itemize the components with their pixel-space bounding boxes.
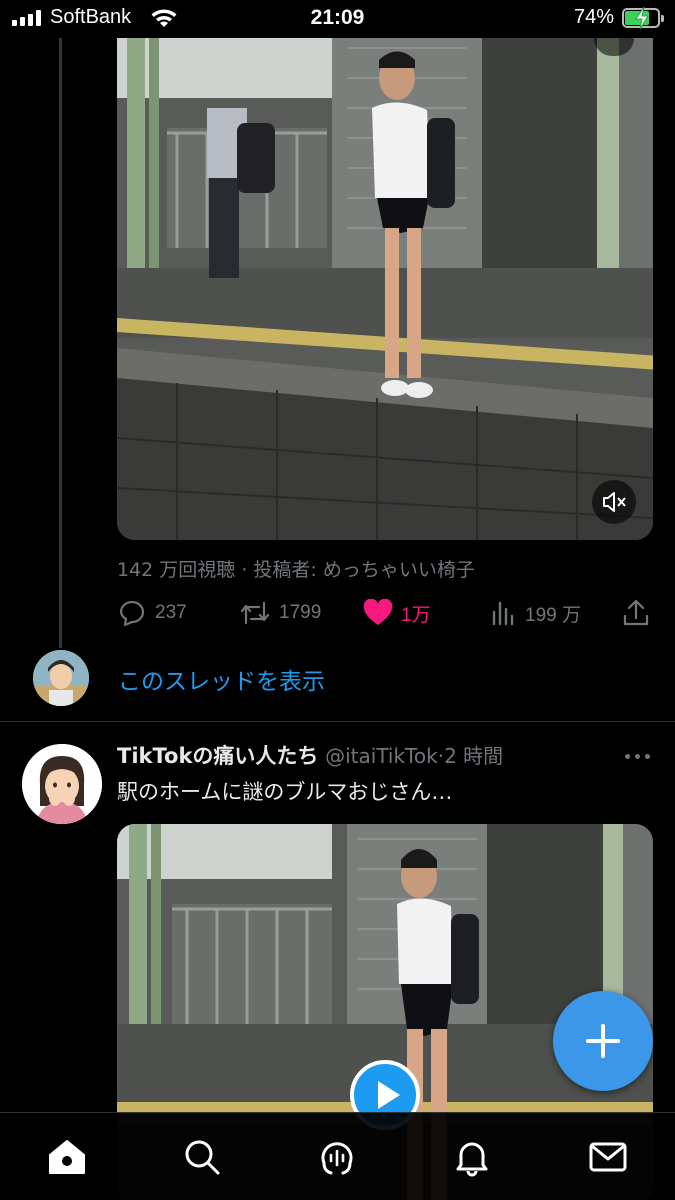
retweet-count: 1799 (279, 602, 322, 623)
video-frame (117, 38, 653, 540)
bottom-tab-bar (0, 1112, 675, 1200)
share-button[interactable] (621, 596, 651, 630)
user-handle[interactable]: @itaiTikTok (325, 744, 438, 768)
plus-icon (586, 1024, 620, 1058)
like-button[interactable]: 1万 (363, 596, 431, 630)
battery-charging-icon (622, 7, 664, 29)
battery-percent: 74% (574, 6, 615, 28)
avatar-illustration (33, 650, 89, 706)
view-count: 199 万 (525, 604, 581, 626)
avatar-illustration (22, 744, 102, 824)
like-count: 1万 (401, 604, 431, 626)
speaker-muted-icon (603, 492, 626, 512)
more-options-icon[interactable] (624, 746, 652, 766)
notifications-icon (456, 1142, 488, 1177)
show-thread-link[interactable]: このスレッドを表示 (118, 662, 325, 696)
messages-icon (589, 1142, 627, 1172)
tweet-divider (0, 721, 675, 722)
tweet-text: 駅のホームに謎のブルマおじさん… (117, 780, 453, 804)
video-player[interactable] (117, 38, 653, 540)
view-stats-button[interactable]: 199 万 (489, 596, 581, 630)
search-icon (185, 1140, 220, 1175)
view-count-line: 142 万回視聴 · 投稿者: めっちゃいい椅子 (117, 559, 475, 581)
timestamp[interactable]: 2 時間 (444, 744, 503, 768)
spaces-icon (321, 1142, 353, 1175)
tweet-actions: 237 1799 1万 199 万 (117, 596, 657, 630)
bar-chart-icon (492, 601, 514, 626)
tab-spaces[interactable] (315, 1135, 359, 1179)
home-icon (49, 1140, 85, 1174)
share-icon (623, 599, 649, 626)
tab-home[interactable] (45, 1135, 89, 1179)
status-bar: SoftBank 21:09 74% (0, 0, 675, 38)
tab-notifications[interactable] (450, 1135, 494, 1179)
mute-button[interactable] (592, 480, 636, 524)
thread-connector (59, 38, 62, 648)
retweet-icon (240, 601, 270, 625)
reply-button[interactable]: 237 (117, 596, 187, 630)
retweet-button[interactable]: 1799 (239, 596, 321, 630)
reply-icon (119, 600, 145, 627)
avatar[interactable] (22, 744, 102, 824)
display-name[interactable]: TikTokの痛い人たち (117, 744, 318, 768)
reply-count: 237 (155, 602, 187, 623)
compose-tweet-button[interactable] (553, 991, 653, 1091)
tab-search[interactable] (180, 1135, 224, 1179)
avatar[interactable] (33, 650, 89, 706)
tab-messages[interactable] (586, 1135, 630, 1179)
tweet-header: TikTokの痛い人たち @itaiTikTok·2 時間 (117, 740, 503, 770)
heart-filled-icon (363, 599, 393, 625)
